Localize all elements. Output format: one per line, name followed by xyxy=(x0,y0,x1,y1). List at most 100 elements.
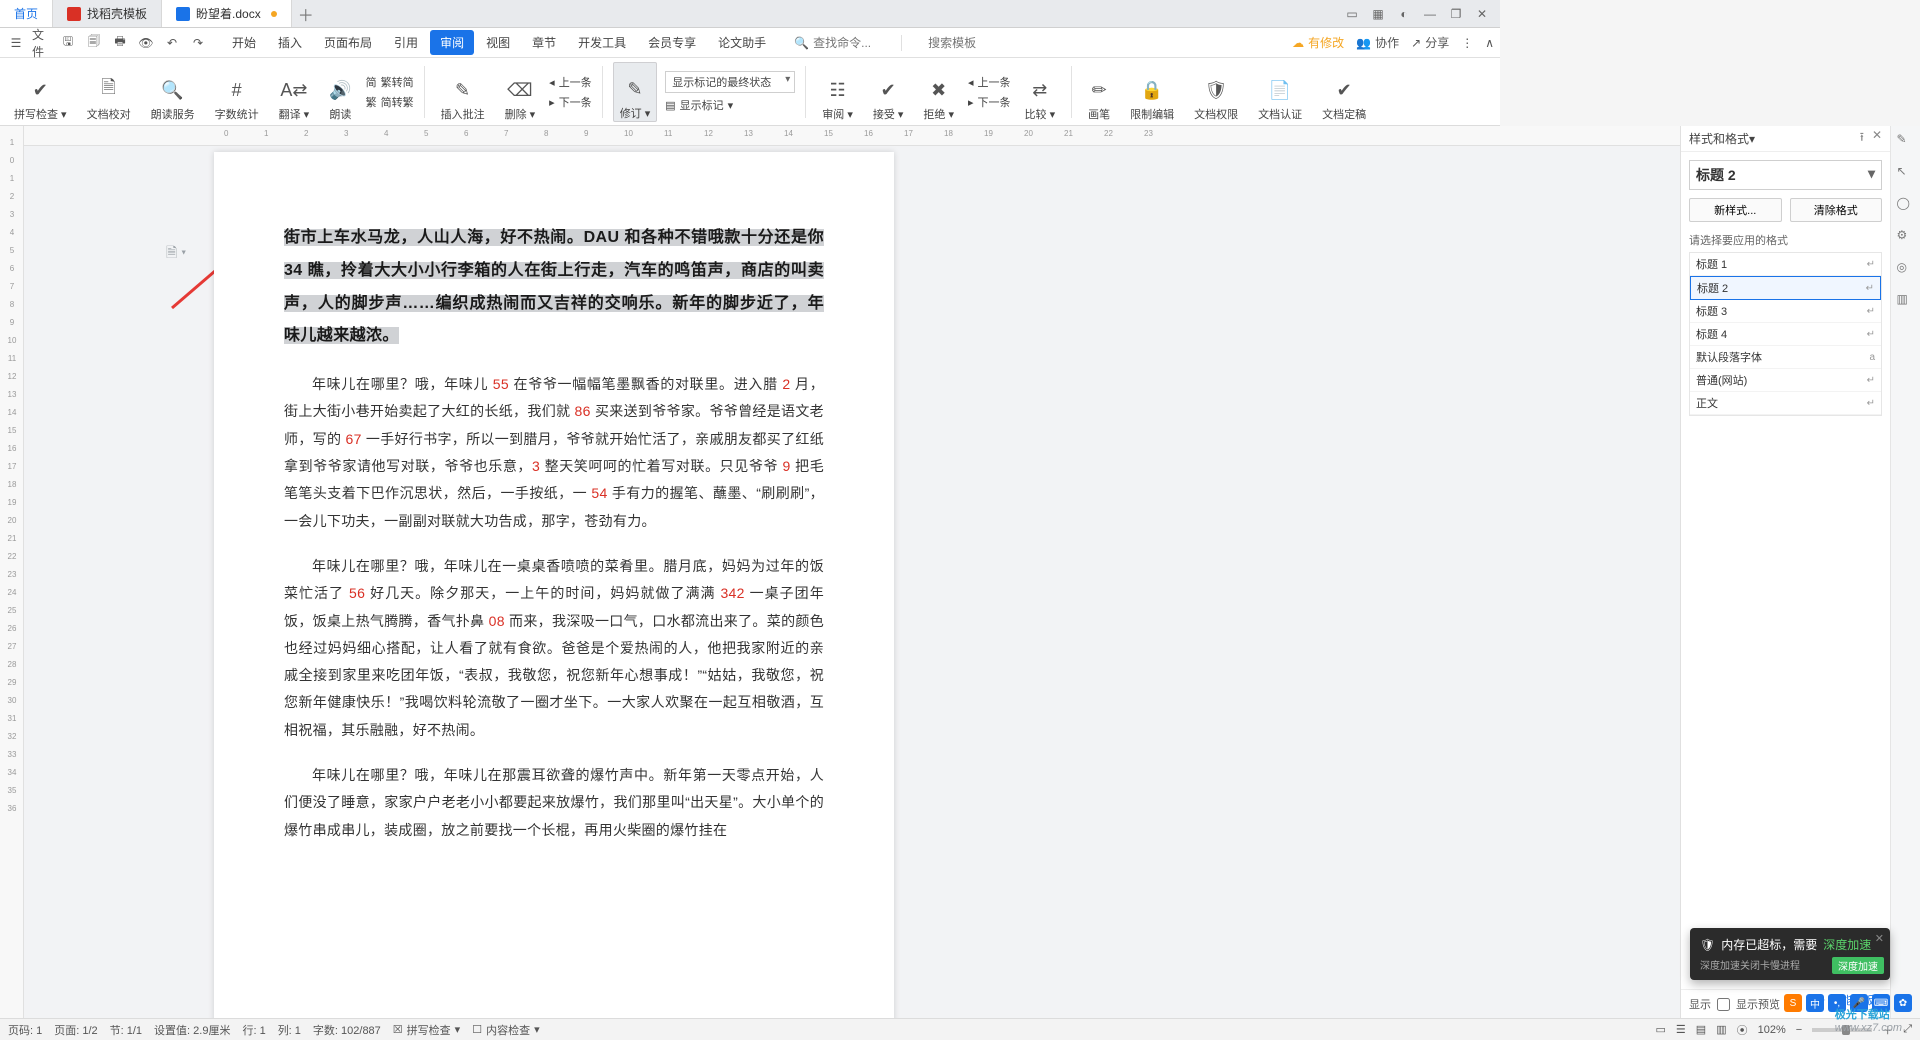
doc-permission-button[interactable]: 🛡文档权限 xyxy=(1188,62,1244,122)
panel-close-icon[interactable]: ✕ xyxy=(1872,128,1882,149)
zoom-fit-icon[interactable]: ⦿ xyxy=(1737,1022,1748,1038)
view-mode-3-icon[interactable]: ▤ xyxy=(1696,1023,1706,1036)
location-tool-icon[interactable]: ◎ xyxy=(1897,260,1915,278)
simp-to-trad-button[interactable]: 繁简转繁 xyxy=(366,94,414,110)
undo-icon[interactable]: ↶ xyxy=(162,33,182,53)
style-item-h3[interactable]: 标题 3↵ xyxy=(1690,300,1881,323)
reject-change-button[interactable]: ✖拒绝 ▾ xyxy=(917,62,960,122)
status-page[interactable]: 页面: 1/2 xyxy=(54,1022,97,1038)
style-item-h4[interactable]: 标题 4↵ xyxy=(1690,323,1881,346)
zoom-level[interactable]: 102% xyxy=(1758,1024,1786,1036)
spellcheck-button[interactable]: ✔拼写检查 ▾ xyxy=(8,62,73,122)
shapes-tool-icon[interactable]: ◯ xyxy=(1897,196,1915,214)
more-tools-icon[interactable]: ▥ xyxy=(1897,292,1915,310)
menu-chapter[interactable]: 章节 xyxy=(522,30,566,55)
menu-page-layout[interactable]: 页面布局 xyxy=(314,30,382,55)
panel-pin-icon[interactable]: ⭱ xyxy=(1860,128,1864,149)
doc-auth-button[interactable]: 📄文档认证 xyxy=(1252,62,1308,122)
compare-button[interactable]: ⇄比较 ▾ xyxy=(1019,62,1062,122)
style-item-body[interactable]: 正文↵ xyxy=(1690,392,1881,415)
doc-paragraph-3[interactable]: 年味儿在哪里？哦，年味儿在一桌桌香喷喷的菜肴里。腊月底，妈妈为过年的饭菜忙活了 … xyxy=(284,553,824,744)
track-changes-button[interactable]: ✎修订 ▾ xyxy=(613,62,658,122)
status-line[interactable]: 行: 1 xyxy=(242,1022,265,1038)
next-change-button[interactable]: ▸ 下一条 xyxy=(968,94,1011,110)
page-options-icon[interactable]: 🗎 ▾ xyxy=(166,242,186,266)
accept-change-button[interactable]: ✔接受 ▾ xyxy=(867,62,910,122)
next-comment-button[interactable]: ▸ 下一条 xyxy=(549,94,592,110)
more-menu-icon[interactable]: ⋮ xyxy=(1461,36,1473,50)
zoom-out-icon[interactable]: − xyxy=(1796,1024,1802,1036)
template-search[interactable] xyxy=(928,36,1008,50)
menu-insert[interactable]: 插入 xyxy=(268,30,312,55)
document-page[interactable]: 🗎 ▾ 街市上车水马龙，人山人海，好不热闹。DAU 和各种不错哦款十分还是你 3… xyxy=(214,152,894,1018)
style-item-h2[interactable]: 标题 2↵ xyxy=(1690,276,1881,300)
review-pane-button[interactable]: ☷审阅 ▾ xyxy=(816,62,859,122)
doc-heading-paragraph[interactable]: 街市上车水马龙，人山人海，好不热闹。DAU 和各种不错哦款十分还是你 34 瞧，… xyxy=(284,222,824,353)
menu-view[interactable]: 视图 xyxy=(476,30,520,55)
print-preview-icon[interactable]: 👁 xyxy=(136,33,156,53)
read-button[interactable]: 🔊朗读 xyxy=(323,62,357,122)
tab-templates[interactable]: 找稻壳模板 xyxy=(53,0,162,27)
window-restore-icon[interactable]: ❐ xyxy=(1448,7,1464,21)
command-search[interactable]: 🔍 xyxy=(794,36,893,50)
user-avatar-icon[interactable]: ◐ xyxy=(1396,7,1412,21)
toast-close-icon[interactable]: ✕ xyxy=(1875,932,1884,945)
markup-display-dropdown[interactable]: 显示标记的最终状态 xyxy=(665,71,795,93)
prev-change-button[interactable]: ◂ 上一条 xyxy=(968,74,1011,90)
pending-changes[interactable]: ☁有修改 xyxy=(1292,34,1344,51)
show-markup-button[interactable]: ▤ 显示标记 ▾ xyxy=(665,97,795,113)
collab-button[interactable]: 👥协作 xyxy=(1356,34,1399,51)
print-icon[interactable]: 🖶 xyxy=(110,33,130,53)
style-item-normal-web[interactable]: 普通(网站)↵ xyxy=(1690,369,1881,392)
menu-review[interactable]: 审阅 xyxy=(430,30,474,55)
tab-document[interactable]: 盼望着.docx xyxy=(162,0,292,27)
langservice-button[interactable]: 🔍朗读服务 xyxy=(145,62,201,122)
doc-final-button[interactable]: ✔文档定稿 xyxy=(1316,62,1372,122)
view-mode-1-icon[interactable]: ▭ xyxy=(1656,1023,1666,1036)
view-mode-4-icon[interactable]: ▥ xyxy=(1716,1023,1726,1036)
redo-icon[interactable]: ↷ xyxy=(188,33,208,53)
delete-comment-button[interactable]: ⌫删除 ▾ xyxy=(499,62,542,122)
status-position[interactable]: 设置值: 2.9厘米 xyxy=(154,1022,230,1038)
doc-paragraph-2[interactable]: 年味儿在哪里？哦，年味儿 55 在爷爷一幅幅笔墨飘香的对联里。进入腊 2 月，街… xyxy=(284,371,824,535)
toast-action-button[interactable]: 深度加速 xyxy=(1832,957,1884,974)
new-tab-button[interactable]: ＋ xyxy=(292,0,320,27)
window-close-icon[interactable]: ✕ xyxy=(1474,7,1490,21)
save-as-icon[interactable]: 🗐 xyxy=(84,33,104,53)
doc-paragraph-4[interactable]: 年味儿在哪里？哦，年味儿在那震耳欲聋的爆竹声中。新年第一天零点开始，人们便没了睡… xyxy=(284,762,824,844)
save-icon[interactable]: 🖫 xyxy=(58,33,78,53)
status-column[interactable]: 列: 1 xyxy=(278,1022,301,1038)
status-page-no[interactable]: 页码: 1 xyxy=(8,1022,42,1038)
menu-paper[interactable]: 论文助手 xyxy=(708,30,776,55)
restrict-edit-button[interactable]: 🔒限制编辑 xyxy=(1124,62,1180,122)
ime-cn-icon[interactable]: 中 xyxy=(1806,994,1824,1012)
doccheck-button[interactable]: 🗎文档校对 xyxy=(81,62,137,122)
menu-devtools[interactable]: 开发工具 xyxy=(568,30,636,55)
fullscreen-icon[interactable]: ⤢ xyxy=(1903,1023,1912,1036)
settings-tool-icon[interactable]: ⚙ xyxy=(1897,228,1915,246)
insert-comment-button[interactable]: ✎插入批注 xyxy=(435,62,491,122)
pencil-tool-icon[interactable]: ✎ xyxy=(1897,132,1915,150)
trad-to-simp-button[interactable]: 简繁转简 xyxy=(366,74,414,90)
translate-button[interactable]: A⇄翻译 ▾ xyxy=(273,62,316,122)
file-menu[interactable]: 文件 xyxy=(32,33,52,53)
style-item-h1[interactable]: 标题 1↵ xyxy=(1690,253,1881,276)
command-search-input[interactable] xyxy=(813,36,893,50)
tab-home[interactable]: 首页 xyxy=(0,0,53,27)
collapse-ribbon-icon[interactable]: ∧ xyxy=(1485,36,1494,50)
view-mode-2-icon[interactable]: ☰ xyxy=(1676,1023,1686,1036)
show-preview-checkbox[interactable] xyxy=(1717,998,1730,1011)
prev-comment-button[interactable]: ◂ 上一条 xyxy=(549,74,592,90)
style-item-default-font[interactable]: 默认段落字体a xyxy=(1690,346,1881,369)
hamburger-icon[interactable]: ☰ xyxy=(6,33,26,53)
clear-style-button[interactable]: 清除格式 xyxy=(1790,198,1883,222)
status-section[interactable]: 节: 1/1 xyxy=(110,1022,142,1038)
layout-toggle-icon[interactable]: ▭ xyxy=(1344,7,1360,21)
new-style-button[interactable]: 新样式... xyxy=(1689,198,1782,222)
menu-member[interactable]: 会员专享 xyxy=(638,30,706,55)
window-minimize-icon[interactable]: — xyxy=(1422,7,1438,21)
menu-reference[interactable]: 引用 xyxy=(384,30,428,55)
menu-start[interactable]: 开始 xyxy=(222,30,266,55)
template-search-input[interactable] xyxy=(928,36,1008,50)
ink-button[interactable]: ✏画笔 xyxy=(1082,62,1116,122)
